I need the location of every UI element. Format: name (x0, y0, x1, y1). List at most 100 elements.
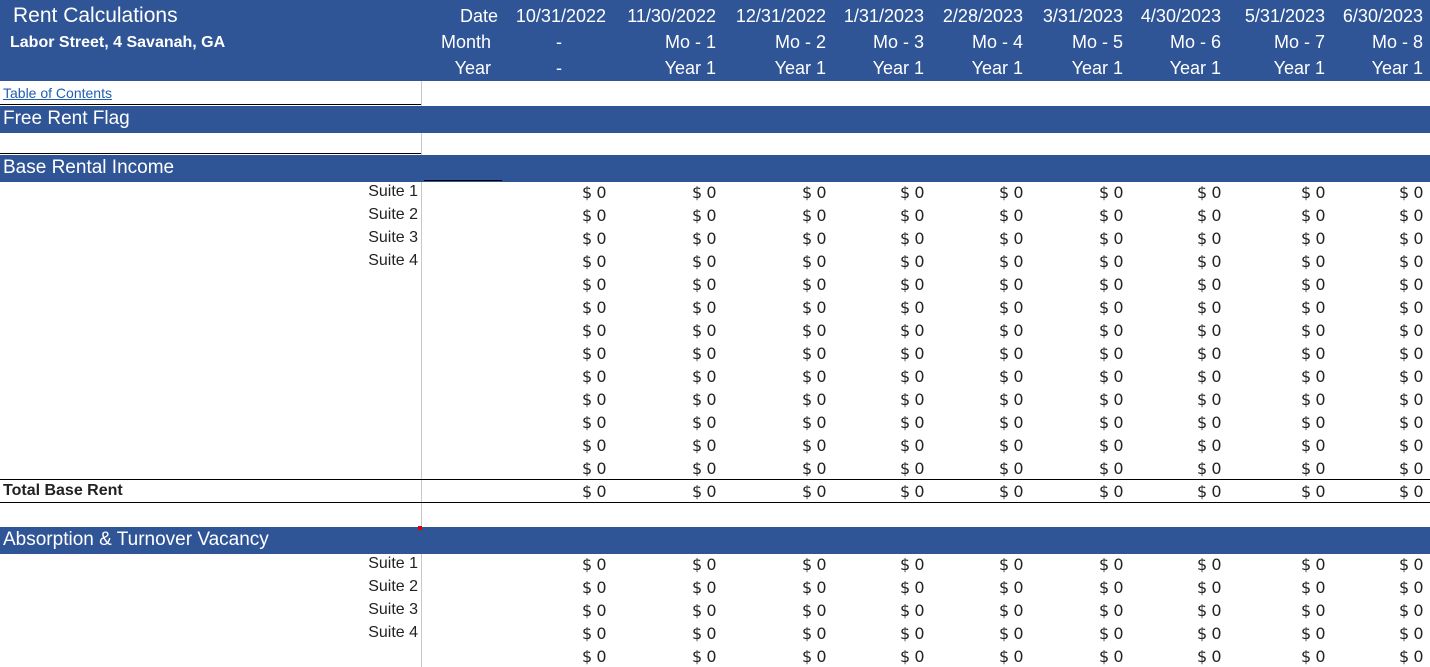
total-base-rent-value-cell[interactable]: $ 0 (1265, 482, 1325, 501)
header-month-cell[interactable]: Mo - 3 (820, 32, 924, 53)
base-rent-value-cell[interactable]: $ 0 (1363, 413, 1423, 432)
base-rent-value-cell[interactable]: $ 0 (864, 229, 924, 248)
base-rent-value-cell[interactable]: $ 0 (1265, 344, 1325, 363)
total-base-rent-value-cell[interactable]: $ 0 (1363, 482, 1423, 501)
base-rent-value-cell[interactable]: $ 0 (963, 367, 1023, 386)
header-date-cell[interactable]: 2/28/2023 (919, 6, 1023, 27)
base-rent-value-cell[interactable]: $ 0 (864, 367, 924, 386)
base-rent-value-cell[interactable]: $ 0 (864, 275, 924, 294)
base-rent-value-cell[interactable]: $ 0 (766, 206, 826, 225)
total-base-rent-value-cell[interactable]: $ 0 (1063, 482, 1123, 501)
base-rent-value-cell[interactable]: $ 0 (1161, 390, 1221, 409)
absorption-value-cell[interactable]: $ 0 (766, 624, 826, 643)
base-rent-value-cell[interactable]: $ 0 (1161, 183, 1221, 202)
absorption-value-cell[interactable]: $ 0 (864, 601, 924, 620)
base-rent-value-cell[interactable]: $ 0 (1265, 275, 1325, 294)
header-date-cell[interactable]: 5/31/2023 (1221, 6, 1325, 27)
base-rent-value-cell[interactable]: $ 0 (1063, 436, 1123, 455)
base-rent-value-cell[interactable]: $ 0 (656, 275, 716, 294)
absorption-value-cell[interactable]: $ 0 (963, 647, 1023, 666)
base-rent-value-cell[interactable]: $ 0 (656, 229, 716, 248)
base-rent-value-cell[interactable]: $ 0 (1063, 252, 1123, 271)
comment-marker-icon[interactable] (418, 526, 422, 530)
absorption-value-cell[interactable]: $ 0 (1265, 555, 1325, 574)
base-rent-value-cell[interactable]: $ 0 (864, 459, 924, 478)
base-rent-value-cell[interactable]: $ 0 (656, 321, 716, 340)
base-rent-value-cell[interactable]: $ 0 (1161, 413, 1221, 432)
absorption-value-cell[interactable]: $ 0 (656, 601, 716, 620)
absorption-value-cell[interactable]: $ 0 (1063, 578, 1123, 597)
base-rent-value-cell[interactable]: $ 0 (864, 252, 924, 271)
absorption-value-cell[interactable]: $ 0 (546, 647, 606, 666)
base-rent-value-cell[interactable]: $ 0 (766, 298, 826, 317)
header-date-cell[interactable]: 11/30/2022 (612, 6, 716, 27)
total-base-rent-value-cell[interactable]: $ 0 (1161, 482, 1221, 501)
base-rent-value-cell[interactable]: $ 0 (1063, 390, 1123, 409)
base-rent-value-cell[interactable]: $ 0 (1265, 252, 1325, 271)
base-rent-value-cell[interactable]: $ 0 (963, 390, 1023, 409)
base-rent-value-cell[interactable]: $ 0 (1063, 229, 1123, 248)
base-rent-value-cell[interactable]: $ 0 (963, 321, 1023, 340)
absorption-value-cell[interactable]: $ 0 (1265, 601, 1325, 620)
header-date-cell[interactable]: 6/30/2023 (1319, 6, 1423, 27)
base-rent-value-cell[interactable]: $ 0 (546, 344, 606, 363)
base-rent-value-cell[interactable]: $ 0 (656, 367, 716, 386)
base-rent-value-cell[interactable]: $ 0 (766, 321, 826, 340)
header-month-cell[interactable]: Mo - 8 (1319, 32, 1423, 53)
base-rent-value-cell[interactable]: $ 0 (546, 436, 606, 455)
header-year-cell[interactable]: Year 1 (919, 58, 1023, 79)
base-rent-value-cell[interactable]: $ 0 (1161, 344, 1221, 363)
absorption-value-cell[interactable]: $ 0 (1063, 624, 1123, 643)
base-rent-value-cell[interactable]: $ 0 (963, 229, 1023, 248)
header-month-cell[interactable]: Mo - 4 (919, 32, 1023, 53)
base-rent-value-cell[interactable]: $ 0 (1363, 298, 1423, 317)
base-rent-value-cell[interactable]: $ 0 (1063, 321, 1123, 340)
absorption-value-cell[interactable]: $ 0 (766, 555, 826, 574)
base-rent-value-cell[interactable]: $ 0 (546, 275, 606, 294)
absorption-value-cell[interactable]: $ 0 (656, 578, 716, 597)
base-rent-value-cell[interactable]: $ 0 (656, 298, 716, 317)
base-rent-value-cell[interactable]: $ 0 (1063, 298, 1123, 317)
base-rent-value-cell[interactable]: $ 0 (1265, 390, 1325, 409)
absorption-value-cell[interactable]: $ 0 (656, 555, 716, 574)
base-rent-value-cell[interactable]: $ 0 (656, 436, 716, 455)
absorption-value-cell[interactable]: $ 0 (1063, 601, 1123, 620)
absorption-value-cell[interactable]: $ 0 (1161, 578, 1221, 597)
base-rent-value-cell[interactable]: $ 0 (766, 252, 826, 271)
base-rent-value-cell[interactable]: $ 0 (864, 298, 924, 317)
base-rent-value-cell[interactable]: $ 0 (1363, 275, 1423, 294)
base-rent-value-cell[interactable]: $ 0 (1063, 275, 1123, 294)
header-month-cell[interactable]: Mo - 6 (1117, 32, 1221, 53)
base-rent-value-cell[interactable]: $ 0 (1265, 298, 1325, 317)
total-base-rent-value-cell[interactable]: $ 0 (766, 482, 826, 501)
base-rent-value-cell[interactable]: $ 0 (1161, 367, 1221, 386)
base-rent-value-cell[interactable]: $ 0 (963, 183, 1023, 202)
base-rent-value-cell[interactable]: $ 0 (1161, 275, 1221, 294)
header-date-cell[interactable]: 3/31/2023 (1019, 6, 1123, 27)
base-rent-value-cell[interactable]: $ 0 (864, 344, 924, 363)
base-rent-value-cell[interactable]: $ 0 (1063, 183, 1123, 202)
base-rent-value-cell[interactable]: $ 0 (656, 390, 716, 409)
base-rent-value-cell[interactable]: $ 0 (963, 275, 1023, 294)
table-of-contents-link[interactable]: Table of Contents (3, 85, 112, 101)
header-year-cell[interactable]: Year 1 (722, 58, 826, 79)
base-rent-value-cell[interactable]: $ 0 (1063, 459, 1123, 478)
absorption-value-cell[interactable]: $ 0 (1161, 601, 1221, 620)
base-rent-value-cell[interactable]: $ 0 (963, 436, 1023, 455)
base-rent-value-cell[interactable]: $ 0 (546, 367, 606, 386)
total-base-rent-value-cell[interactable]: $ 0 (546, 482, 606, 501)
base-rent-value-cell[interactable]: $ 0 (1265, 367, 1325, 386)
base-rent-value-cell[interactable]: $ 0 (1161, 206, 1221, 225)
base-rent-value-cell[interactable]: $ 0 (766, 413, 826, 432)
base-rent-value-cell[interactable]: $ 0 (656, 413, 716, 432)
base-rent-value-cell[interactable]: $ 0 (1265, 206, 1325, 225)
header-year-cell[interactable]: Year 1 (1319, 58, 1423, 79)
absorption-value-cell[interactable]: $ 0 (1363, 624, 1423, 643)
base-rent-value-cell[interactable]: $ 0 (656, 252, 716, 271)
base-rent-value-cell[interactable]: $ 0 (1363, 436, 1423, 455)
header-month-cell[interactable]: Mo - 2 (722, 32, 826, 53)
header-date-cell[interactable]: 4/30/2023 (1117, 6, 1221, 27)
base-rent-value-cell[interactable]: $ 0 (766, 367, 826, 386)
absorption-value-cell[interactable]: $ 0 (546, 555, 606, 574)
base-rent-value-cell[interactable]: $ 0 (766, 344, 826, 363)
